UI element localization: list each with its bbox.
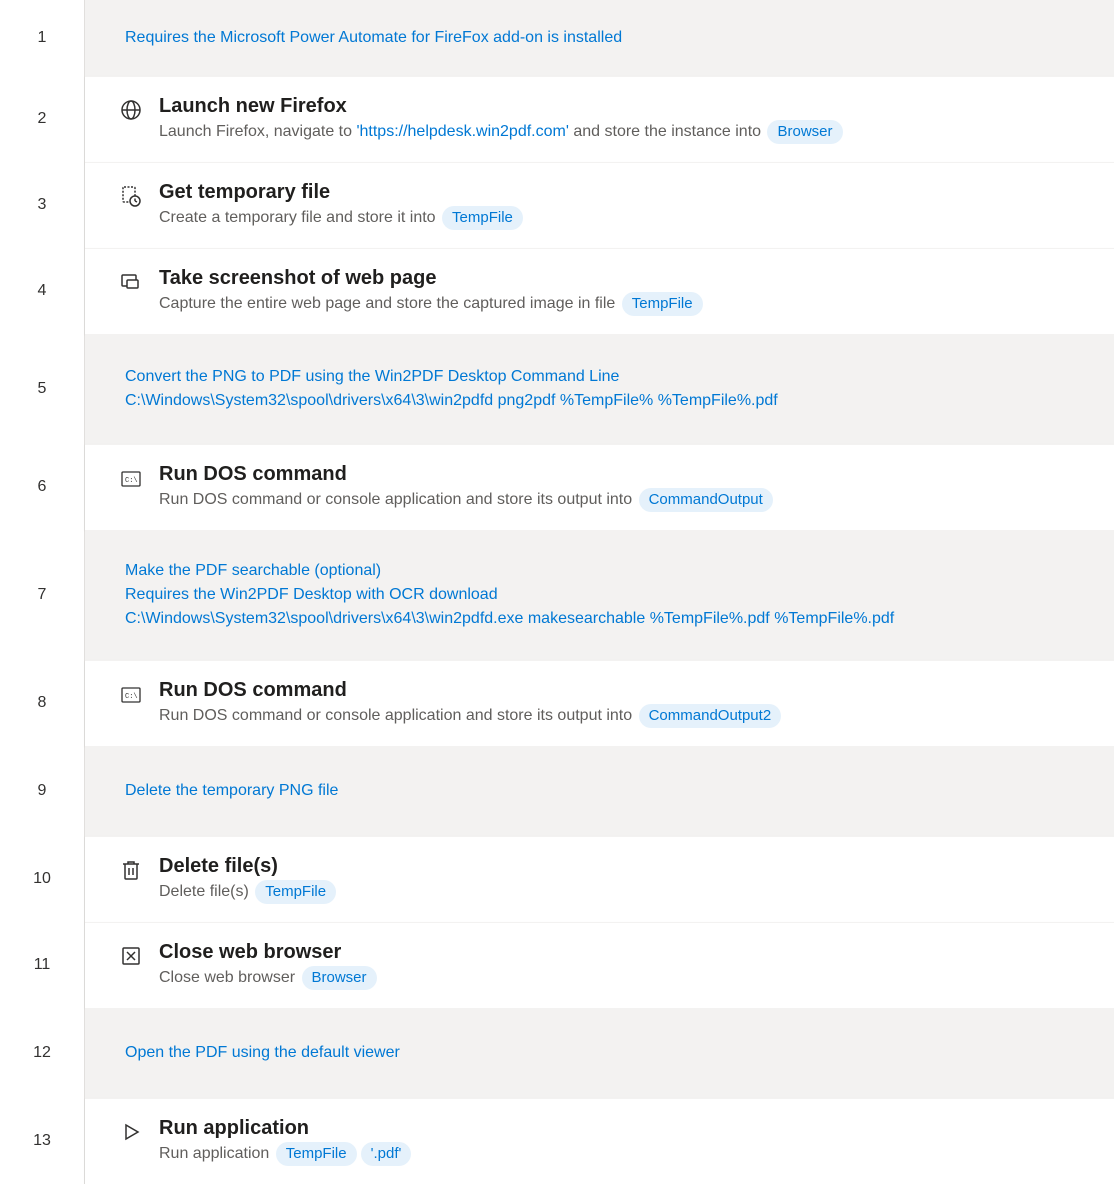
action-row: Launch new Firefox Launch Firefox, naviga… — [119, 83, 1114, 157]
comment-text: Open the PDF using the default viewer — [119, 1033, 406, 1073]
action-step[interactable]: C:\ Run DOS command Run DOS command or con… — [85, 444, 1114, 530]
trash-icon — [119, 858, 143, 882]
action-title: Take screenshot of web page — [159, 267, 1114, 290]
line-number: 8 — [0, 660, 84, 746]
description-text: Close web browser — [159, 969, 300, 986]
description-text: Run DOS command or console application a… — [159, 491, 637, 508]
url-text: 'https://helpdesk.win2pdf.com' — [356, 123, 568, 140]
description-text: Run application — [159, 1145, 274, 1162]
description-text: Launch Firefox, navigate to — [159, 123, 356, 140]
comment-text: Requires the Microsoft Power Automate fo… — [119, 18, 628, 58]
line-number: 1 — [0, 0, 84, 76]
variable-pill[interactable]: Browser — [302, 966, 377, 991]
line-number: 13 — [0, 1098, 84, 1184]
line-number: 5 — [0, 334, 84, 444]
dos-icon: C:\ — [119, 682, 143, 706]
action-description: Run DOS command or console application a… — [159, 491, 775, 508]
action-title: Run DOS command — [159, 463, 1114, 486]
action-content: Run applicationRun application TempFile'… — [159, 1117, 1114, 1167]
comment-text: Delete the temporary PNG file — [119, 771, 344, 811]
action-row: Close web browserClose web browser Brows… — [119, 929, 1114, 1003]
variable-pill[interactable]: CommandOutput — [639, 488, 773, 513]
action-content: Take screenshot of web page Capture the e… — [159, 267, 1114, 317]
comment-step[interactable]: Make the PDF searchable (optional)Requir… — [85, 530, 1114, 660]
description-text: Delete file(s) — [159, 883, 253, 900]
svg-text:C:\: C:\ — [125, 477, 138, 485]
line-number: 11 — [0, 922, 84, 1008]
action-title: Run application — [159, 1117, 1114, 1140]
action-content: Get temporary file Create a temporary fil… — [159, 181, 1114, 231]
action-description: Launch Firefox, navigate to 'https://hel… — [159, 123, 845, 140]
action-step[interactable]: Get temporary file Create a temporary fil… — [85, 162, 1114, 248]
comment-text: Convert the PNG to PDF using the Win2PDF… — [119, 357, 784, 421]
action-row: C:\ Run DOS command Run DOS command or con… — [119, 667, 1114, 741]
description-text: Create a temporary file and store it int… — [159, 209, 440, 226]
action-step[interactable]: Close web browserClose web browser Brows… — [85, 922, 1114, 1008]
file-clock-icon — [119, 184, 143, 208]
literal-pill: '.pdf' — [361, 1142, 412, 1167]
steps-list: Requires the Microsoft Power Automate fo… — [85, 0, 1114, 1184]
action-step[interactable]: C:\ Run DOS command Run DOS command or con… — [85, 660, 1114, 746]
line-number: 6 — [0, 444, 84, 530]
line-number: 3 — [0, 162, 84, 248]
action-step[interactable]: Run applicationRun application TempFile'… — [85, 1098, 1114, 1184]
action-description: Run application TempFile'.pdf' — [159, 1145, 413, 1162]
action-row: Run applicationRun application TempFile'… — [119, 1105, 1114, 1179]
description-text: Capture the entire web page and store th… — [159, 295, 620, 312]
description-text: Run DOS command or console application a… — [159, 707, 637, 724]
action-content: Launch new Firefox Launch Firefox, naviga… — [159, 95, 1114, 145]
line-number: 9 — [0, 746, 84, 836]
action-description: Capture the entire web page and store th… — [159, 295, 705, 312]
comment-step[interactable]: Requires the Microsoft Power Automate fo… — [85, 0, 1114, 76]
close-box-icon — [119, 944, 143, 968]
action-title: Close web browser — [159, 941, 1114, 964]
description-text: and store the instance into — [569, 123, 766, 140]
action-description: Close web browser Browser — [159, 969, 379, 986]
variable-pill[interactable]: TempFile — [622, 292, 703, 317]
line-number: 10 — [0, 836, 84, 922]
dos-icon: C:\ — [119, 466, 143, 490]
line-number-gutter: 12345678910111213 — [0, 0, 85, 1184]
screenshot-icon — [119, 270, 143, 294]
action-description: Delete file(s) TempFile — [159, 883, 338, 900]
comment-step[interactable]: Delete the temporary PNG file — [85, 746, 1114, 836]
action-row: Take screenshot of web page Capture the e… — [119, 255, 1114, 329]
variable-pill[interactable]: Browser — [767, 120, 842, 145]
action-title: Launch new Firefox — [159, 95, 1114, 118]
action-title: Delete file(s) — [159, 855, 1114, 878]
action-content: Delete file(s)Delete file(s) TempFile — [159, 855, 1114, 905]
line-number: 2 — [0, 76, 84, 162]
comment-step[interactable]: Convert the PNG to PDF using the Win2PDF… — [85, 334, 1114, 444]
variable-pill[interactable]: CommandOutput2 — [639, 704, 782, 729]
action-row: Get temporary file Create a temporary fil… — [119, 169, 1114, 243]
variable-pill[interactable]: TempFile — [255, 880, 336, 905]
action-content: Close web browserClose web browser Brows… — [159, 941, 1114, 991]
action-title: Get temporary file — [159, 181, 1114, 204]
comment-step[interactable]: Open the PDF using the default viewer — [85, 1008, 1114, 1098]
action-description: Create a temporary file and store it int… — [159, 209, 525, 226]
action-row: Delete file(s)Delete file(s) TempFile — [119, 843, 1114, 917]
variable-pill[interactable]: TempFile — [276, 1142, 357, 1167]
line-number: 12 — [0, 1008, 84, 1098]
comment-text: Make the PDF searchable (optional)Requir… — [119, 551, 900, 639]
action-description: Run DOS command or console application a… — [159, 707, 783, 724]
globe-icon — [119, 98, 143, 122]
line-number: 7 — [0, 530, 84, 660]
action-content: Run DOS command Run DOS command or consol… — [159, 679, 1114, 729]
action-title: Run DOS command — [159, 679, 1114, 702]
svg-text:C:\: C:\ — [125, 693, 138, 701]
action-step[interactable]: Delete file(s)Delete file(s) TempFile — [85, 836, 1114, 922]
play-icon — [119, 1120, 143, 1144]
line-number: 4 — [0, 248, 84, 334]
flow-container: 12345678910111213 Requires the Microsoft… — [0, 0, 1114, 1184]
action-step[interactable]: Launch new Firefox Launch Firefox, naviga… — [85, 76, 1114, 162]
action-content: Run DOS command Run DOS command or consol… — [159, 463, 1114, 513]
action-step[interactable]: Take screenshot of web page Capture the e… — [85, 248, 1114, 334]
variable-pill[interactable]: TempFile — [442, 206, 523, 231]
action-row: C:\ Run DOS command Run DOS command or con… — [119, 451, 1114, 525]
